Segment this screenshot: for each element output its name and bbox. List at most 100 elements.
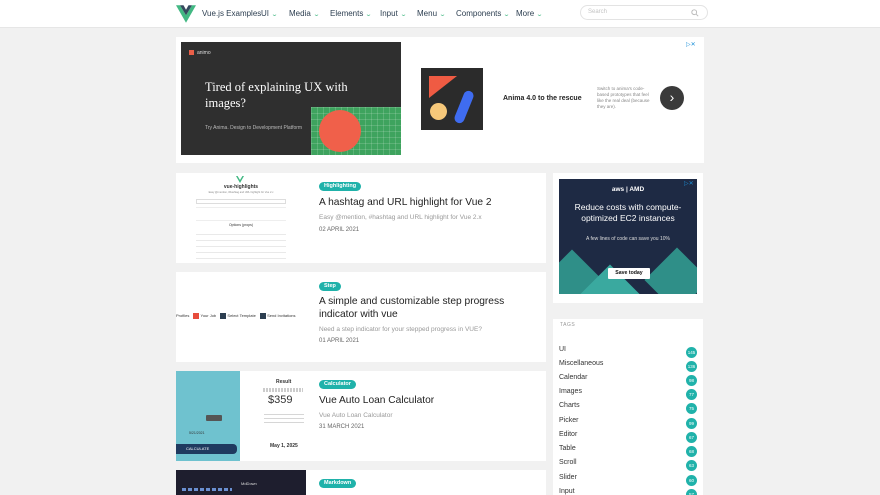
post-card[interactable]: Profiles Your Job Select Template Send I… — [176, 272, 546, 362]
post-description: Easy @mention, #hashtag and URL highligh… — [319, 214, 482, 221]
tag-item-slider[interactable]: Slider 60 — [559, 474, 697, 486]
thumb-line — [263, 388, 303, 392]
post-description: Vue Auto Loan Calculator — [319, 412, 393, 419]
tag-name: Charts — [559, 402, 580, 409]
tag-item-miscellaneous[interactable]: Miscellaneous 136 — [559, 360, 697, 372]
post-date: 01 APRIL 2021 — [319, 338, 360, 344]
thumb-subtitle: Easy @mention, #hashtag and URL highligh… — [208, 191, 274, 194]
anima-logo-image[interactable] — [421, 68, 483, 130]
thumb-block — [196, 207, 286, 221]
chevron-down-icon: ⌄ — [503, 12, 511, 18]
nav-item-elements[interactable]: Elements ⌄ — [330, 9, 373, 18]
thumb-table — [196, 229, 286, 261]
step-label: Select Template — [227, 313, 256, 319]
step-marker — [220, 313, 227, 319]
top-ad-image[interactable]: animo Tired of explaining UX with images… — [181, 42, 401, 155]
post-thumbnail[interactable]: 5/21/2021 CALCULATE Result $359 May 1, 2… — [176, 371, 306, 461]
nav-item-more[interactable]: More ⌄ — [516, 9, 544, 18]
tag-name: Table — [559, 445, 576, 452]
sidebar-ad-headline: Reduce costs with compute-optimized EC2 … — [574, 202, 682, 223]
post-thumbnail[interactable]: vue-highlights Easy @mention, #hashtag a… — [176, 173, 306, 263]
chevron-down-icon: ⌄ — [536, 12, 544, 18]
anima-shape-red — [429, 76, 457, 98]
tag-item-images[interactable]: Images 77 — [559, 388, 697, 400]
tag-item-picker[interactable]: Picker 99 — [559, 417, 697, 429]
save-today-button[interactable]: Save today — [608, 268, 650, 279]
nav-item-media[interactable]: Media ⌄ — [289, 9, 320, 18]
tag-count: 60 — [686, 475, 697, 486]
post-card[interactable]: 5/21/2021 CALCULATE Result $359 May 1, 2… — [176, 371, 546, 461]
step-marker — [193, 313, 200, 319]
category-badge[interactable]: Calculator — [319, 380, 356, 389]
adchoices-icon[interactable]: ▷✕ — [684, 180, 694, 187]
tags-heading: TAGS — [560, 322, 576, 328]
sidebar-ad[interactable]: aws | AMD Reduce costs with compute-opti… — [559, 179, 697, 294]
tag-name: Miscellaneous — [559, 360, 604, 367]
tag-name: Slider — [559, 474, 577, 481]
tag-name: Editor — [559, 431, 578, 438]
post-title[interactable]: Vue Auto Loan Calculator — [319, 394, 529, 407]
tag-item-editor[interactable]: Editor 67 — [559, 431, 697, 443]
nav-item-ui[interactable]: UI ⌄ — [261, 9, 278, 18]
thumb-stepper: Profiles Your Job Select Template Send I… — [176, 313, 306, 321]
tag-item-scroll[interactable]: Scroll 63 — [559, 459, 697, 471]
tag-name: Picker — [559, 417, 579, 424]
post-title[interactable]: A hashtag and URL highlight for Vue 2 — [319, 196, 529, 209]
tag-count: 75 — [686, 403, 697, 414]
ad-circle-graphic — [319, 110, 361, 152]
ad-arrow-button[interactable]: › — [660, 86, 684, 110]
thumb-calculate-button: CALCULATE — [176, 444, 237, 454]
step-label: Your Job — [200, 313, 217, 319]
post-thumbnail[interactable]: MdDown — [176, 470, 306, 495]
tag-name: Input — [559, 488, 575, 495]
ad-brand-label: animo — [189, 50, 211, 56]
search-input[interactable]: Search — [580, 5, 708, 20]
post-date: 02 APRIL 2021 — [319, 227, 360, 233]
site-brand-link[interactable]: Vue.js Examples — [202, 9, 261, 18]
adchoices-icon[interactable]: ▷✕ — [686, 41, 696, 48]
tag-count: 68 — [686, 446, 697, 457]
tag-name: Scroll — [559, 459, 577, 466]
thumb-amount: $359 — [268, 394, 293, 406]
chevron-down-icon: ⌄ — [312, 12, 320, 18]
tag-item-charts[interactable]: Charts 75 — [559, 402, 697, 414]
category-badge[interactable]: Step — [319, 282, 341, 291]
ad-subtitle: Try Anima. Design to Development Platfor… — [205, 125, 303, 131]
step-marker — [259, 313, 266, 319]
nav-item-components[interactable]: Components ⌄ — [456, 9, 511, 18]
post-description: Need a step indicator for your stepped p… — [319, 326, 482, 333]
post-date: 31 MARCH 2021 — [319, 424, 365, 430]
post-card[interactable]: MdDown Markdown — [176, 470, 546, 495]
tag-item-input[interactable]: Input 57 — [559, 488, 697, 495]
top-navbar: Vue.js Examples UI ⌄ Media ⌄ Elements ⌄ Inp… — [0, 0, 880, 28]
search-icon[interactable] — [691, 9, 699, 17]
tag-count: 77 — [686, 389, 697, 400]
chevron-down-icon: ⌄ — [439, 12, 447, 18]
tag-item-ui[interactable]: UI 145 — [559, 346, 697, 358]
ad-headline[interactable]: Anima 4.0 to the rescue — [503, 95, 582, 102]
ad-shape — [644, 247, 697, 294]
search-placeholder: Search — [588, 9, 608, 15]
tag-item-table[interactable]: Table 68 — [559, 445, 697, 457]
nav-item-input[interactable]: Input ⌄ — [380, 9, 407, 18]
thumb-title: MdDown — [241, 481, 257, 486]
chevron-down-icon: ⌄ — [365, 12, 373, 18]
tag-count: 136 — [686, 361, 697, 372]
sidebar-ad-subtext: A few lines of code can save you 10% — [586, 236, 670, 242]
tag-item-calendar[interactable]: Calendar 98 — [559, 374, 697, 386]
post-thumbnail[interactable]: Profiles Your Job Select Template Send I… — [176, 272, 306, 362]
thumb-chip — [206, 415, 222, 421]
post-title[interactable]: A simple and customizable step progress … — [319, 295, 529, 321]
vue-logo-icon — [236, 176, 244, 183]
category-badge[interactable]: Markdown — [319, 479, 357, 488]
category-badge[interactable]: Highlighting — [319, 182, 362, 191]
thumb-lines — [264, 411, 304, 423]
vue-logo-icon[interactable] — [176, 5, 196, 23]
thumb-small-date: 5/21/2021 — [189, 431, 205, 435]
tag-count: 99 — [686, 418, 697, 429]
nav-item-menu[interactable]: Menu ⌄ — [417, 9, 447, 18]
step-label: Profiles — [176, 313, 190, 319]
tag-count: 98 — [686, 375, 697, 386]
anima-shape-yellow — [430, 103, 447, 120]
post-card[interactable]: vue-highlights Easy @mention, #hashtag a… — [176, 173, 546, 263]
